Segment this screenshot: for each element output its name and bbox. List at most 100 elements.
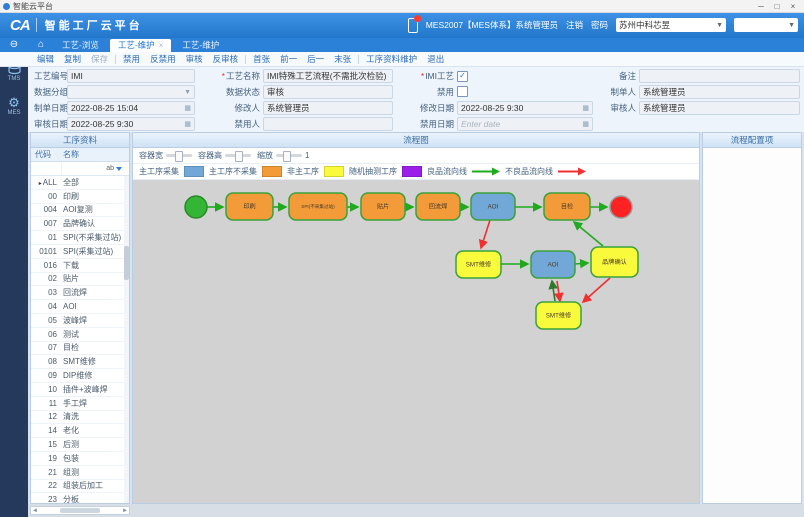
scroll-right-icon[interactable]: ► xyxy=(122,508,128,514)
flow-node-end[interactable] xyxy=(610,196,632,218)
field-input[interactable]: 系统管理员 xyxy=(639,85,800,99)
table-row[interactable]: 05波峰焊 xyxy=(31,314,129,328)
toolbar-button[interactable]: 禁用 xyxy=(118,53,145,65)
table-row[interactable]: 08SMT维修 xyxy=(31,355,129,369)
table-row[interactable]: 12清洗 xyxy=(31,411,129,425)
chevron-down-icon[interactable]: ▼ xyxy=(184,89,191,96)
tab-close-icon[interactable]: × xyxy=(159,39,164,52)
toolbar-button[interactable]: 首张 xyxy=(248,53,275,65)
field-input[interactable] xyxy=(263,117,393,131)
slider-track[interactable] xyxy=(166,154,192,157)
field-input[interactable] xyxy=(639,69,800,83)
vertical-scrollbar[interactable] xyxy=(124,176,129,503)
slider-track[interactable] xyxy=(276,154,302,157)
collapse-sidebar-icon[interactable]: ⊖ xyxy=(0,38,28,52)
toolbar-button[interactable]: 工序资料维护 xyxy=(361,53,422,65)
filter-funnel-icon[interactable] xyxy=(116,167,122,171)
field-input[interactable]: 系统管理员 xyxy=(639,101,800,115)
table-row[interactable]: 00印刷 xyxy=(31,190,129,204)
table-row[interactable]: 19包装 xyxy=(31,452,129,466)
flow-node-start[interactable] xyxy=(185,196,207,218)
flow-node-tiepian[interactable]: 贴片 xyxy=(361,193,405,220)
toolbar-button[interactable]: 反禁用 xyxy=(145,53,181,65)
field-input[interactable]: IMI特殊工艺流程(不需批次检验) xyxy=(263,69,393,83)
toolbar-button[interactable]: 审核 xyxy=(181,53,208,65)
calendar-icon[interactable]: ▦ xyxy=(582,104,589,112)
field-input[interactable]: 2022-08-25 9:30▦ xyxy=(457,101,593,115)
flow-node-pinpai[interactable]: 品牌确认 xyxy=(591,247,638,277)
slider-track[interactable] xyxy=(225,154,251,157)
maximize-button[interactable]: □ xyxy=(769,2,785,11)
field-input[interactable]: 2022-08-25 15:04▦ xyxy=(67,101,195,115)
table-row[interactable]: 03回流焊 xyxy=(31,286,129,300)
tab-2[interactable]: 工艺-维护× xyxy=(110,39,172,52)
toolbar-button[interactable]: 编辑 xyxy=(32,53,59,65)
table-row[interactable]: 21组测 xyxy=(31,466,129,480)
slider-thumb[interactable] xyxy=(175,151,183,162)
tree-expand-icon[interactable]: ▸ xyxy=(39,181,42,187)
table-row[interactable]: 06测试 xyxy=(31,328,129,342)
notification-icon[interactable] xyxy=(408,18,418,33)
filter-input-code[interactable] xyxy=(31,162,62,175)
checkbox[interactable] xyxy=(457,86,468,97)
flow-diagram[interactable]: 印刷 SPI(不采集过站) 贴片回流焊 AOI 目检 SMT维修 AOI 品牌确认 SMT维修 xyxy=(133,180,699,503)
logout-link[interactable]: 注销 xyxy=(566,19,583,31)
table-row[interactable]: 07目检 xyxy=(31,342,129,356)
checkbox[interactable]: ✓ xyxy=(457,71,468,82)
table-row[interactable]: 09DIP维修 xyxy=(31,369,129,383)
tab-3[interactable]: 工艺-维护 xyxy=(174,39,227,52)
table-row[interactable]: 007品牌确认 xyxy=(31,217,129,231)
table-row[interactable]: 14老化 xyxy=(31,424,129,438)
table-row[interactable]: 22组装后加工 xyxy=(31,480,129,494)
filter-input-name[interactable]: ab xyxy=(62,165,129,172)
toolbar-button[interactable]: 反审核 xyxy=(208,53,244,65)
flow-node-smt1[interactable]: SMT维修 xyxy=(456,251,501,278)
calendar-icon[interactable]: ▦ xyxy=(184,120,191,128)
home-icon[interactable]: ⌂ xyxy=(28,38,54,52)
table-row[interactable]: 0101SPI(采集过站) xyxy=(31,245,129,259)
calendar-icon[interactable]: ▦ xyxy=(184,104,191,112)
horizontal-scrollbar[interactable]: ◄ ► xyxy=(30,506,130,515)
organization-select[interactable]: 苏州中科芯昱▼ xyxy=(616,18,726,32)
secondary-select[interactable]: ▼ xyxy=(734,18,798,32)
column-name[interactable]: 名称 xyxy=(61,149,129,160)
slider-thumb[interactable] xyxy=(235,151,243,162)
table-row[interactable]: 10插件+波峰焊 xyxy=(31,383,129,397)
field-input[interactable]: Enter date▦ xyxy=(457,117,593,131)
column-code[interactable]: 代码 xyxy=(31,149,61,160)
flow-node-mujian[interactable]: 目检 xyxy=(544,193,590,220)
close-button[interactable]: × xyxy=(785,2,801,11)
table-row[interactable]: ▸ALL全部 xyxy=(31,176,129,190)
toolbar-button[interactable]: 复制 xyxy=(59,53,86,65)
field-input[interactable]: 2022-08-25 9:30▦ xyxy=(67,117,195,131)
field-input[interactable]: 系统管理员 xyxy=(263,101,393,115)
flow-node-aoi1[interactable]: AOI xyxy=(471,193,515,220)
scrollbar-thumb[interactable] xyxy=(124,246,129,280)
password-link[interactable]: 密码 xyxy=(591,19,608,31)
flow-node-spi[interactable]: SPI(不采集过站) xyxy=(289,193,347,220)
flow-canvas[interactable]: 印刷 SPI(不采集过站) 贴片回流焊 AOI 目检 SMT维修 AOI 品牌确认 SMT维修 xyxy=(133,180,699,503)
field-input[interactable]: 审核 xyxy=(263,85,393,99)
scroll-left-icon[interactable]: ◄ xyxy=(32,508,38,514)
field-input[interactable]: ▼ xyxy=(67,85,195,99)
flow-node-huiliu[interactable]: 回流焊 xyxy=(416,193,460,220)
field-input[interactable]: IMI xyxy=(67,69,195,83)
table-row[interactable]: 016下载 xyxy=(31,259,129,273)
tab-1[interactable]: 工艺-浏览 xyxy=(54,39,107,52)
table-row[interactable]: 01SPI(不采集过站) xyxy=(31,231,129,245)
toolbar-button[interactable]: 前一 xyxy=(275,53,302,65)
flow-node-yinshua[interactable]: 印刷 xyxy=(226,193,273,220)
flow-node-aoi2[interactable]: AOI xyxy=(531,251,575,278)
flow-node-smt2[interactable]: SMT维修 xyxy=(536,302,581,329)
rail-item-mes[interactable]: ⚙ MES xyxy=(7,96,20,116)
toolbar-button[interactable]: 后一 xyxy=(302,53,329,65)
toolbar-button[interactable]: 末张 xyxy=(329,53,356,65)
table-row[interactable]: 11手工焊 xyxy=(31,397,129,411)
table-row[interactable]: 15后测 xyxy=(31,438,129,452)
toolbar-button[interactable]: 保存 xyxy=(86,53,113,65)
table-row[interactable]: 02贴片 xyxy=(31,273,129,287)
table-row[interactable]: 004AOI复测 xyxy=(31,204,129,218)
minimize-button[interactable]: ─ xyxy=(753,2,769,11)
table-row[interactable]: 04AOI xyxy=(31,300,129,314)
table-row[interactable]: 23分板 xyxy=(31,493,129,503)
